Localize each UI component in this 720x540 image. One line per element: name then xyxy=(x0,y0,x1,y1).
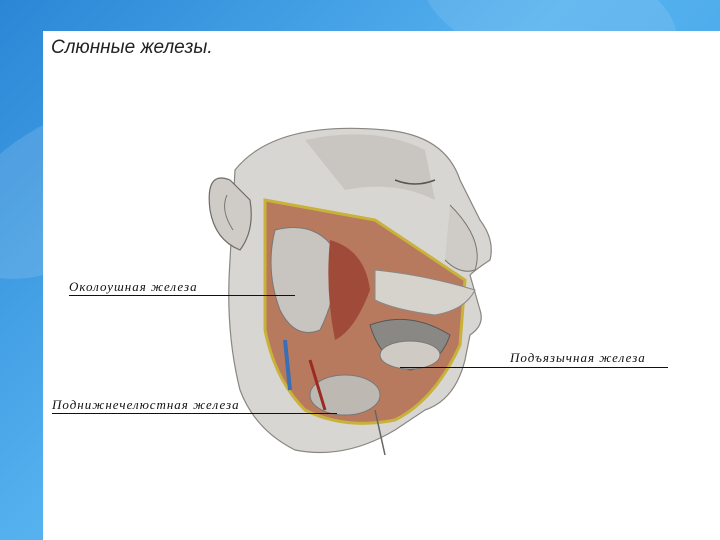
label-submandibular-gland: Поднижнечелюстная железа xyxy=(52,397,240,412)
head-anatomy-illustration xyxy=(208,127,492,456)
leader-line-parotid xyxy=(69,295,295,296)
slide-title: Слюнные железы. xyxy=(51,37,213,58)
leader-line-sublingual xyxy=(400,367,668,368)
label-parotid-gland: Околоушная железа xyxy=(69,279,198,294)
sublingual-gland xyxy=(379,340,441,370)
leader-line-submandibular xyxy=(52,413,337,414)
label-sublingual-gland: Подъязычная железа xyxy=(510,350,646,365)
